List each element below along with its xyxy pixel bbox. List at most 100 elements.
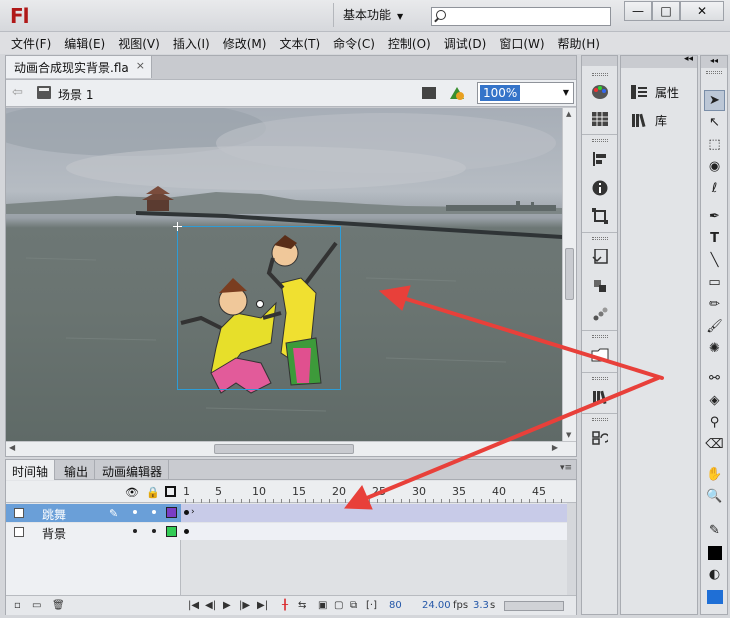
deco-tool-icon[interactable]: ✺ [704, 338, 725, 359]
menu-file[interactable]: 文件(F) [11, 35, 51, 52]
outline-color-swatch[interactable] [166, 507, 177, 518]
transform-panel-icon[interactable] [588, 205, 611, 227]
hand-tool-icon[interactable]: ✋ [704, 464, 725, 485]
collapse-icon[interactable]: ◂◂ [684, 54, 693, 64]
text-tool-icon[interactable]: T [704, 228, 725, 249]
panel-menu-icon[interactable]: ▾≡ [560, 463, 572, 473]
play-icon[interactable]: ▶ [223, 600, 231, 611]
fill-tool-icon[interactable]: ◐ [704, 564, 725, 585]
rectangle-tool-icon[interactable]: ▭ [704, 272, 725, 293]
elapsed-time[interactable]: 3.3 [473, 600, 489, 611]
scroll-left-icon[interactable]: ◀ [9, 443, 15, 452]
menu-edit[interactable]: 编辑(E) [64, 35, 105, 52]
pen-tool-icon[interactable]: ✒ [704, 206, 725, 227]
grip-icon[interactable] [592, 73, 608, 76]
grip-icon[interactable] [592, 335, 608, 338]
go-first-frame-icon[interactable]: |◀ [188, 600, 199, 611]
properties-panel-button[interactable]: 属性 [631, 82, 679, 102]
edit-scene-icon[interactable] [422, 85, 442, 101]
menu-help[interactable]: 帮助(H) [558, 35, 600, 52]
edit-multiple-icon[interactable]: ⧉ [350, 600, 357, 611]
visibility-dot[interactable] [133, 510, 137, 514]
zoom-select[interactable]: 100% ▼ [477, 82, 574, 104]
eye-icon[interactable]: 👁 [125, 486, 139, 499]
step-forward-icon[interactable]: |▶ [239, 600, 250, 611]
free-transform-tool-icon[interactable]: ⬚ [704, 134, 725, 155]
zoom-tool-icon[interactable]: 🔍 [704, 486, 725, 507]
new-folder-icon[interactable]: ▭ [32, 600, 41, 611]
stroke-color-icon[interactable]: ✎ [704, 520, 725, 541]
frame-rate[interactable]: 24.00 [422, 600, 451, 611]
layer-header[interactable]: 跳舞 ✎ [6, 504, 181, 522]
delete-icon[interactable]: 🗑 [52, 600, 65, 611]
library-panel-button[interactable]: 库 [631, 110, 667, 130]
layer-row-background[interactable]: 背景 [6, 523, 576, 541]
color-panel-icon[interactable] [588, 81, 611, 103]
outline-color-swatch[interactable] [166, 526, 177, 537]
timeline-vertical-scrollbar[interactable] [567, 503, 576, 595]
paint-bucket-tool-icon[interactable]: ◈ [704, 390, 725, 411]
grip-icon[interactable] [706, 71, 722, 74]
menu-control[interactable]: 控制(O) [388, 35, 431, 52]
brush-tool-icon[interactable]: 🖌 [704, 316, 725, 337]
layer-header[interactable]: 背景 [6, 523, 181, 541]
lock-icon[interactable]: 🔒 [146, 486, 160, 499]
scroll-thumb[interactable] [565, 248, 574, 300]
scroll-right-icon[interactable]: ▶ [552, 443, 558, 452]
fill-color-black-icon[interactable] [704, 542, 725, 563]
menu-modify[interactable]: 修改(M) [223, 35, 267, 52]
eyedropper-tool-icon[interactable]: ⚲ [704, 412, 725, 433]
stage-vertical-scrollbar[interactable]: ▲ ▼ [562, 108, 576, 441]
lasso-tool-icon[interactable]: ℓ [704, 178, 725, 199]
keyframe[interactable] [184, 529, 189, 534]
edit-symbols-icon[interactable] [448, 84, 468, 102]
grip-icon[interactable] [592, 139, 608, 142]
history-panel-icon[interactable] [588, 427, 611, 449]
tab-motion-editor[interactable]: 动画编辑器 [96, 460, 170, 480]
lock-dot[interactable] [152, 510, 156, 514]
tab-timeline[interactable]: 时间轴 [6, 460, 56, 480]
minimize-button[interactable]: — [624, 1, 652, 21]
modify-markers-icon[interactable]: [·] [366, 600, 377, 611]
collapse-icon[interactable]: ◂◂ [701, 56, 727, 68]
align-panel-icon[interactable] [588, 148, 611, 170]
scroll-thumb[interactable] [214, 444, 354, 454]
layer-frames[interactable] [181, 523, 567, 541]
document-tab[interactable]: 动画合成现实背景.fla × [6, 56, 152, 78]
layer-row-dance[interactable]: 跳舞 ✎ › [6, 504, 576, 522]
selection-tool-icon[interactable]: ➤ [704, 90, 725, 111]
go-last-frame-icon[interactable]: ▶| [257, 600, 268, 611]
scroll-down-icon[interactable]: ▼ [566, 431, 571, 439]
transform-point[interactable] [256, 300, 264, 308]
onion-skin-icon[interactable]: ▣ [318, 600, 327, 611]
maximize-button[interactable]: □ [652, 1, 680, 21]
components-panel-icon[interactable] [588, 275, 611, 297]
fill-color-blue-icon[interactable] [704, 586, 725, 607]
menu-insert[interactable]: 插入(I) [173, 35, 210, 52]
stage-horizontal-scrollbar[interactable]: ◀ ▶ [6, 441, 576, 456]
menu-text[interactable]: 文本(T) [279, 35, 320, 52]
code-snippets-icon[interactable] [588, 246, 611, 268]
menu-window[interactable]: 窗口(W) [499, 35, 544, 52]
symbol-bounding-box[interactable] [177, 226, 341, 390]
close-button[interactable]: ✕ [680, 1, 724, 21]
info-panel-icon[interactable] [588, 177, 611, 199]
center-frame-icon[interactable]: ╂ [282, 600, 288, 611]
tab-output[interactable]: 输出 [58, 460, 96, 480]
workspace-switcher[interactable]: 基本功能 ▼ [333, 3, 419, 27]
outline-icon[interactable] [165, 486, 176, 497]
grip-icon[interactable] [592, 237, 608, 240]
motion-presets-icon[interactable] [588, 303, 611, 325]
new-layer-icon[interactable]: ▫ [14, 600, 21, 611]
grip-icon[interactable] [592, 418, 608, 421]
visibility-dot[interactable] [133, 529, 137, 533]
back-arrow-icon[interactable]: ⇦ [12, 85, 23, 100]
pencil-tool-icon[interactable]: ✏ [704, 294, 725, 315]
help-search-input[interactable] [431, 7, 611, 26]
loop-icon[interactable]: ⇆ [298, 600, 306, 611]
stage-canvas[interactable] [6, 108, 562, 441]
swatches-panel-icon[interactable] [588, 108, 611, 130]
current-frame[interactable]: 80 [389, 600, 402, 611]
keyframe[interactable] [184, 510, 189, 515]
step-back-icon[interactable]: ◀| [205, 600, 216, 611]
